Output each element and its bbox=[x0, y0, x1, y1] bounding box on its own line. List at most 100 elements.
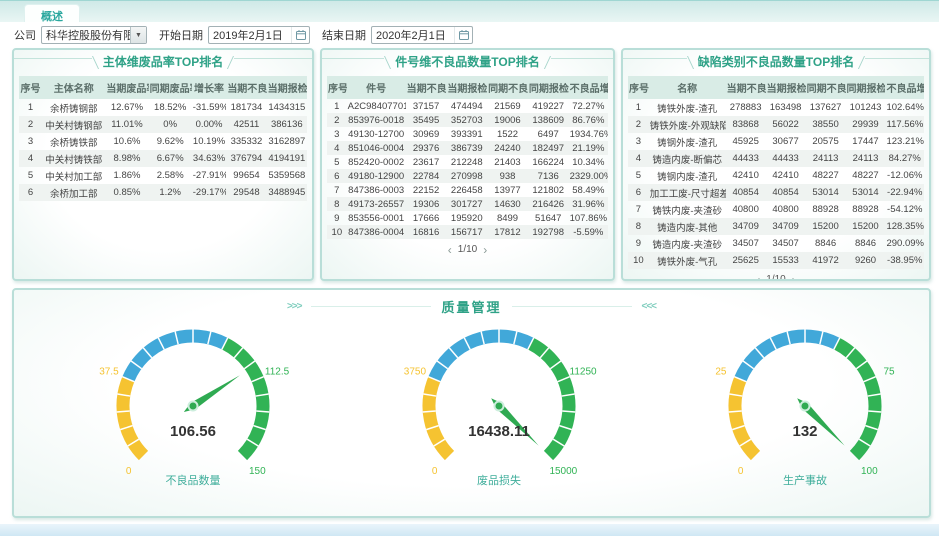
column-header: 件号 bbox=[347, 76, 406, 99]
table-row: 349130-1270030969393391152264971934.76% bbox=[327, 127, 608, 141]
table-cell: 3 bbox=[327, 127, 347, 141]
table-cell: -12.06% bbox=[885, 167, 924, 184]
table-cell: 1522 bbox=[487, 127, 528, 141]
table-cell: 40854 bbox=[726, 184, 766, 201]
table-cell: 21569 bbox=[487, 99, 528, 113]
table-cell: 3 bbox=[19, 133, 42, 150]
table-cell: 37157 bbox=[406, 99, 447, 113]
table-cell: 6 bbox=[19, 184, 42, 201]
table-cell: 376794 bbox=[226, 150, 266, 167]
table-cell: 3 bbox=[628, 133, 649, 150]
table-row: 7铸铁内废-夹渣砂40800408008892888928-54.12% bbox=[628, 201, 924, 218]
table-cell: 3162897 bbox=[267, 133, 307, 150]
gauge-arc-segment bbox=[225, 344, 263, 456]
tab-bar: 概述 bbox=[0, 0, 939, 22]
gauge-tick-label: 0 bbox=[126, 466, 132, 477]
column-header: 同期报检数 bbox=[846, 76, 886, 99]
table-cell: 5 bbox=[327, 155, 347, 169]
gauge-arc-segment bbox=[531, 344, 569, 456]
table-cell: -31.59% bbox=[192, 99, 227, 116]
table-cell: 铸铁外废-渣孔 bbox=[649, 99, 726, 116]
table-cell: 34709 bbox=[766, 218, 806, 235]
table-cell: 40800 bbox=[726, 201, 766, 218]
table-cell: 余桥铸钢部 bbox=[42, 99, 105, 116]
gauge-center-dot bbox=[189, 402, 198, 411]
table-cell: 4194191 bbox=[267, 150, 307, 167]
table-cell: 铸铁内废-夹渣砂 bbox=[649, 201, 726, 218]
table-cell: 42410 bbox=[766, 167, 806, 184]
table-cell: 2329.00% bbox=[569, 169, 608, 183]
table-cell: 铸钢内废-渣孔 bbox=[649, 167, 726, 184]
column-header: 序号 bbox=[628, 76, 649, 99]
table-cell: 101243 bbox=[846, 99, 886, 116]
tab-overview[interactable]: 概述 bbox=[24, 4, 80, 23]
panel-body-scrap-rate: 主体维废品率TOP排名 序号主体名称当期废品率同期废品率增长率当期不良品数当期报… bbox=[12, 48, 314, 281]
calendar-icon[interactable] bbox=[291, 27, 309, 43]
table-row: 1余桥铸钢部12.67%18.52%-31.59%1817341434315 bbox=[19, 99, 307, 116]
calendar-icon[interactable] bbox=[454, 27, 472, 43]
pagination-prev-icon[interactable]: ‹ bbox=[756, 275, 760, 282]
table-cell: 1 bbox=[628, 99, 649, 116]
table-cell: 44433 bbox=[726, 150, 766, 167]
table-cell: 40854 bbox=[766, 184, 806, 201]
table-cell: 3488945 bbox=[267, 184, 307, 201]
table-cell: 24113 bbox=[846, 150, 886, 167]
gauge-chart: 037507500112501500016438.11 bbox=[394, 320, 604, 478]
table-cell: 29376 bbox=[406, 141, 447, 155]
table-cell: 270998 bbox=[446, 169, 487, 183]
table-cell: 4 bbox=[19, 150, 42, 167]
table-cell: 107.86% bbox=[569, 211, 608, 225]
company-select[interactable]: 科华控股股份有限 ▼ bbox=[41, 26, 147, 44]
column-header: 名称 bbox=[649, 76, 726, 99]
panel-defect-category: 缺陷类别不良品数量TOP排名 序号名称当期不良品数当期报检数同期不良品数同期报检… bbox=[621, 48, 931, 281]
table-cell: -29.17% bbox=[192, 184, 227, 201]
table-cell: 86.76% bbox=[569, 113, 608, 127]
panel-part-defects: 件号维不良品数量TOP排名 序号件号当期不良品数当期报检数同期不良品数同期报检数… bbox=[320, 48, 615, 281]
table-row: 6余桥加工部0.85%1.2%-29.17%295483488945 bbox=[19, 184, 307, 201]
pagination-prev-icon[interactable]: ‹ bbox=[448, 245, 452, 255]
table-cell: 铸造内废-其他 bbox=[649, 218, 726, 235]
table-cell: 中关村铸铁部 bbox=[42, 150, 105, 167]
table-row: 2铸铁外废-外观缺陷83868560223855029939117.56% bbox=[628, 116, 924, 133]
table-cell: 10 bbox=[628, 252, 649, 269]
table-cell: 4 bbox=[327, 141, 347, 155]
table-row: 9853556-000117666195920849951647107.86% bbox=[327, 211, 608, 225]
column-header: 当期废品率 bbox=[105, 76, 148, 99]
table-cell: 17666 bbox=[406, 211, 447, 225]
gauge-center-dot bbox=[801, 402, 810, 411]
pagination-next-icon[interactable]: › bbox=[483, 245, 487, 255]
table-row: 5铸钢内废-渣孔42410424104822748227-12.06% bbox=[628, 167, 924, 184]
table-cell: 8 bbox=[628, 218, 649, 235]
table-cell: 0.85% bbox=[105, 184, 148, 201]
panel-title: 缺陷类别不良品数量TOP排名 bbox=[688, 53, 864, 70]
table-cell: 19306 bbox=[406, 197, 447, 211]
table-cell: 10.19% bbox=[192, 133, 227, 150]
table-cell: 335332 bbox=[226, 133, 266, 150]
table-row: 1A2C98407701371574744942156941922772.27% bbox=[327, 99, 608, 113]
column-header: 同期不良品数 bbox=[806, 76, 846, 99]
start-date-input[interactable]: 2019年2月1日 bbox=[208, 26, 310, 44]
table-cell: 0.00% bbox=[192, 116, 227, 133]
pagination-next-icon[interactable]: › bbox=[792, 275, 796, 282]
column-header: 主体名称 bbox=[42, 76, 105, 99]
table-cell: 5359568 bbox=[267, 167, 307, 184]
table-cell: 30969 bbox=[406, 127, 447, 141]
table-cell: -27.91% bbox=[192, 167, 227, 184]
company-label: 公司 bbox=[14, 27, 36, 43]
table-cell: 8846 bbox=[806, 235, 846, 252]
table-cell: 21403 bbox=[487, 155, 528, 169]
company-select-value: 科华控股股份有限 bbox=[42, 27, 130, 43]
end-date-input[interactable]: 2020年2月1日 bbox=[371, 26, 473, 44]
table-cell: 2 bbox=[19, 116, 42, 133]
start-date-label: 开始日期 bbox=[159, 27, 203, 43]
table-cell: 72.27% bbox=[569, 99, 608, 113]
table-cell: 铸造内废-夹渣砂 bbox=[649, 235, 726, 252]
table-row: 2中关村铸钢部11.01%0%0.00%42511386136 bbox=[19, 116, 307, 133]
table-cell: 7 bbox=[628, 201, 649, 218]
table-cell: 8 bbox=[327, 197, 347, 211]
table-cell: 11.01% bbox=[105, 116, 148, 133]
filter-bar: 公司 科华控股股份有限 ▼ 开始日期 2019年2月1日 结束日期 2020年2… bbox=[0, 22, 939, 48]
table-cell: 138609 bbox=[528, 113, 569, 127]
table-cell: 1.86% bbox=[105, 167, 148, 184]
column-header: 同期报检数 bbox=[528, 76, 569, 99]
